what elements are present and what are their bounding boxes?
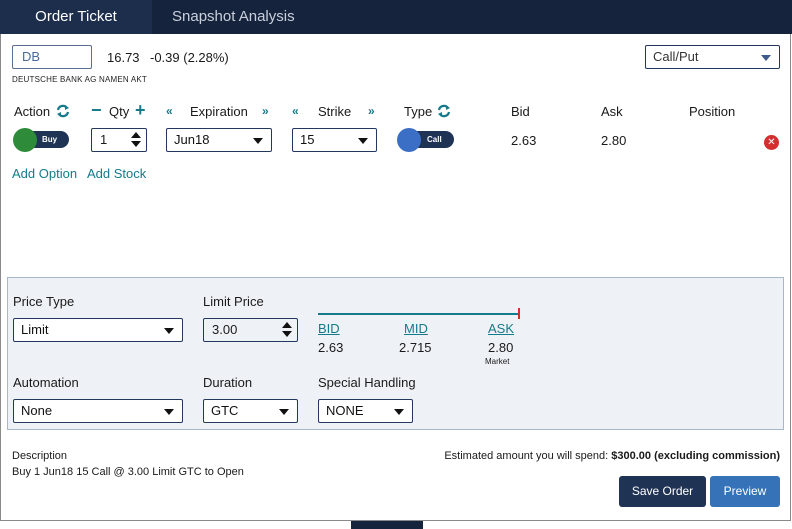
expiration-header: Expiration	[190, 104, 248, 119]
bid-price-link[interactable]: BID	[318, 321, 340, 336]
estimated-cost-amount: $300.00 (excluding commission)	[611, 450, 780, 462]
chevron-down-icon	[279, 409, 289, 415]
preview-button[interactable]: Preview	[710, 476, 780, 507]
ask-price-link[interactable]: ASK	[488, 321, 514, 336]
special-handling-select[interactable]: NONE	[318, 399, 413, 423]
limit-price-value: 3.00	[212, 322, 238, 337]
description-text: Buy 1 Jun18 15 Call @ 3.00 Limit GTC to …	[12, 466, 244, 478]
strike-next-icon[interactable]: »	[368, 104, 375, 118]
action-toggle-label: Buy	[42, 135, 58, 144]
tab-bar: Order Ticket Snapshot Analysis	[0, 0, 792, 34]
remove-leg-icon[interactable]: ✕	[764, 135, 779, 150]
chevron-down-icon	[761, 55, 771, 61]
type-header: Type	[404, 104, 433, 119]
action-toggle-knob[interactable]	[13, 128, 37, 152]
estimated-cost-label: Estimated amount you will spend:	[444, 450, 609, 462]
action-swap-icon[interactable]	[56, 104, 70, 123]
description-label: Description	[12, 450, 68, 462]
stepper-arrows-icon[interactable]	[131, 132, 141, 147]
strike-header: Strike	[318, 104, 352, 119]
duration-value: GTC	[211, 403, 239, 418]
leg-bid: 2.63	[511, 133, 537, 148]
stepper-arrows-icon[interactable]	[282, 322, 292, 337]
chevron-down-icon	[164, 409, 174, 415]
tab-snapshot-analysis[interactable]: Snapshot Analysis	[172, 0, 295, 34]
chevron-down-icon	[253, 138, 263, 144]
ask-market-note: Market	[485, 357, 510, 366]
chevron-down-icon	[358, 138, 368, 144]
strategy-select-value: Call/Put	[653, 49, 699, 64]
price-change: -0.39 (2.28%)	[150, 50, 229, 65]
add-option-link[interactable]: Add Option	[12, 166, 77, 181]
price-type-select[interactable]: Limit	[13, 318, 183, 342]
price-range-bar	[318, 313, 520, 315]
tab-order-ticket[interactable]: Order Ticket	[0, 0, 152, 34]
qty-header: Qty	[109, 104, 130, 119]
add-stock-link[interactable]: Add Stock	[87, 166, 146, 181]
qty-increment-icon[interactable]: +	[135, 100, 146, 121]
ask-price-value: 2.80	[488, 340, 514, 355]
special-handling-value: NONE	[326, 403, 364, 418]
type-toggle-label: Call	[427, 135, 442, 144]
special-handling-label: Special Handling	[318, 375, 416, 390]
chevron-down-icon	[394, 409, 404, 415]
strike-select[interactable]: 15	[292, 128, 377, 152]
automation-value: None	[21, 403, 53, 418]
strategy-select[interactable]: Call/Put	[645, 45, 780, 69]
symbol-input[interactable]: DB	[12, 45, 92, 69]
qty-stepper[interactable]: 1	[91, 128, 147, 152]
price-type-label: Price Type	[13, 294, 75, 309]
type-swap-icon[interactable]	[437, 104, 451, 123]
duration-select[interactable]: GTC	[203, 399, 298, 423]
mid-price-value: 2.715	[399, 340, 432, 355]
strike-value: 15	[300, 132, 315, 147]
bottom-tab-strip	[351, 521, 423, 529]
company-name: DEUTSCHE BANK AG NAMEN AKT	[12, 75, 148, 84]
last-price: 16.73	[107, 50, 140, 65]
automation-label: Automation	[13, 375, 79, 390]
ask-header: Ask	[601, 104, 623, 119]
expiration-prev-icon[interactable]: «	[166, 104, 173, 118]
bid-price-value: 2.63	[318, 340, 344, 355]
expiration-select[interactable]: Jun18	[166, 128, 272, 152]
limit-price-label: Limit Price	[203, 294, 264, 309]
type-toggle-knob[interactable]	[397, 128, 421, 152]
duration-label: Duration	[203, 375, 253, 390]
limit-price-stepper[interactable]: 3.00	[203, 318, 298, 342]
expiration-next-icon[interactable]: »	[262, 104, 269, 118]
bid-header: Bid	[511, 104, 530, 119]
leg-ask: 2.80	[601, 133, 627, 148]
action-header: Action	[14, 104, 51, 119]
chevron-down-icon	[164, 328, 174, 334]
expiration-value: Jun18	[174, 132, 210, 147]
save-order-button[interactable]: Save Order	[619, 476, 706, 507]
position-header: Position	[689, 104, 736, 119]
mid-price-link[interactable]: MID	[404, 321, 428, 336]
automation-select[interactable]: None	[13, 399, 183, 423]
qty-value: 1	[100, 132, 108, 147]
strike-prev-icon[interactable]: «	[292, 104, 299, 118]
estimated-cost: Estimated amount you will spend: $300.00…	[444, 450, 780, 462]
qty-decrement-icon[interactable]: −	[91, 100, 102, 121]
limit-price-marker	[518, 308, 520, 319]
price-type-value: Limit	[21, 322, 49, 337]
